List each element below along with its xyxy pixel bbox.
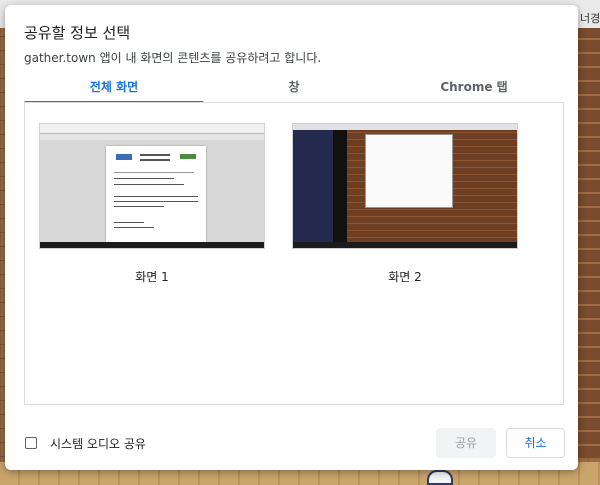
share-picker-dialog: 공유할 정보 선택 gather.town 앱이 내 화면의 콘텐츠를 공유하려…	[5, 5, 578, 470]
dialog-subtitle: gather.town 앱이 내 화면의 콘텐츠를 공유하려고 합니다.	[24, 51, 322, 65]
tab-window[interactable]: 창	[204, 77, 384, 103]
background-top-right-text: 너경	[580, 12, 600, 25]
avatar	[427, 470, 453, 485]
dialog-title: 공유할 정보 선택	[24, 24, 131, 42]
system-audio-label: 시스템 오디오 공유	[50, 437, 146, 451]
background-wall	[578, 28, 600, 458]
screen-list-panel: 화면 1 화면 2	[24, 103, 564, 405]
screen-option-1[interactable]: 화면 1	[39, 123, 265, 285]
document-screen-thumbnail	[39, 123, 265, 249]
mini-dialog-window	[365, 134, 453, 208]
game-screen-thumbnail	[292, 123, 518, 249]
screen-label-2: 화면 2	[388, 270, 422, 284]
document-page	[106, 146, 206, 242]
cancel-button[interactable]: 취소	[506, 428, 565, 458]
tab-chrome-tab[interactable]: Chrome 탭	[384, 77, 564, 103]
tab-bar: 전체 화면 창 Chrome 탭	[24, 77, 564, 104]
system-audio-checkbox[interactable]	[25, 437, 37, 449]
share-button[interactable]: 공유	[436, 428, 496, 458]
screen-label-1: 화면 1	[135, 270, 169, 284]
tab-entire-screen[interactable]: 전체 화면	[24, 77, 204, 103]
screen-option-2[interactable]: 화면 2	[292, 123, 518, 285]
